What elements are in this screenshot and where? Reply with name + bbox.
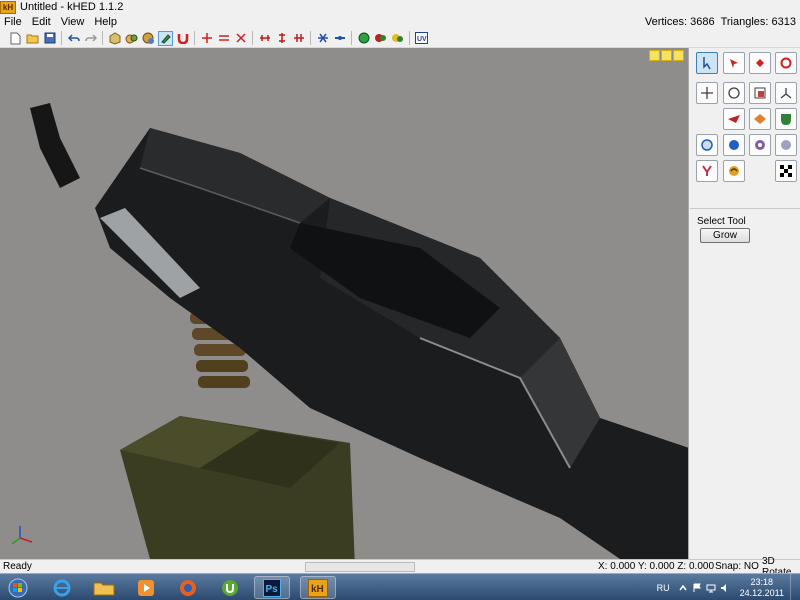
media-player-icon[interactable] — [128, 576, 164, 599]
photoshop-label: Ps — [266, 584, 279, 595]
triangles-count: Triangles: 6313 — [720, 15, 796, 28]
clock-time: 23:18 — [750, 576, 774, 587]
blue-sphere-outline-icon[interactable] — [696, 134, 718, 156]
show-desktop-button[interactable] — [790, 574, 800, 600]
firefox-icon[interactable] — [170, 576, 206, 599]
rotate-icon[interactable] — [723, 82, 745, 104]
khed-label: kH — [311, 584, 324, 595]
uv-editor-icon[interactable]: UV — [414, 31, 429, 46]
soft-sphere-icon[interactable] — [775, 134, 797, 156]
tool-panel: Select Tool Grow — [690, 48, 800, 559]
flag-icon[interactable] — [692, 583, 702, 593]
volume-icon[interactable] — [720, 583, 730, 593]
system-tray: RU 23:18 24.12.2011 — [657, 574, 800, 600]
move-icon[interactable] — [696, 82, 718, 104]
select-tool-label: Select Tool — [697, 216, 746, 227]
progress-bar — [305, 562, 415, 572]
mesh-group-icon[interactable] — [124, 31, 139, 46]
svg-text:UV: UV — [417, 36, 427, 43]
clock[interactable]: 23:18 24.12.2011 — [740, 577, 784, 599]
save-icon[interactable] — [42, 31, 57, 46]
redo-icon[interactable] — [83, 31, 98, 46]
green-shield-icon[interactable] — [775, 108, 797, 130]
axis-gizmo — [11, 526, 33, 545]
title-bar: kH Untitled - kHED 1.1.2 — [0, 0, 800, 14]
main-toolbar: UV — [0, 29, 800, 48]
toolbar-separator — [351, 31, 352, 45]
purple-sphere-icon[interactable] — [749, 134, 771, 156]
utorrent-icon[interactable] — [212, 576, 248, 599]
open-folder-icon[interactable] — [25, 31, 40, 46]
mirror-z-icon[interactable] — [233, 31, 248, 46]
select-lasso-icon[interactable] — [775, 52, 797, 74]
network-icon[interactable] — [706, 583, 716, 593]
flip-x-icon[interactable] — [257, 31, 272, 46]
panel-divider — [690, 208, 800, 209]
mesh-stats: Vertices: 3686 Triangles: 6313 — [645, 14, 796, 29]
vertices-count: Vertices: 3686 — [644, 15, 715, 28]
select-arrow-icon[interactable] — [723, 52, 745, 74]
khed-icon[interactable]: kH — [300, 576, 336, 599]
toolbar-separator — [310, 31, 311, 45]
window-title: Untitled - kHED 1.1.2 — [20, 1, 124, 13]
menu-view[interactable]: View — [56, 16, 90, 28]
checker-icon[interactable] — [775, 160, 797, 182]
status-bar: Ready X: 0.000 Y: 0.000 Z: 0.000 Snap: N… — [0, 556, 800, 578]
tray-arrow-icon[interactable] — [678, 583, 688, 593]
toolbar-separator — [194, 31, 195, 45]
view-sphere-icon[interactable] — [661, 50, 672, 61]
clock-date: 24.12.2011 — [739, 587, 784, 598]
toolbar-separator — [252, 31, 253, 45]
mirror-y-icon[interactable] — [216, 31, 231, 46]
pivot-icon[interactable] — [775, 82, 797, 104]
paint-tool-icon[interactable] — [158, 30, 173, 46]
view-axis-icon[interactable] — [649, 50, 660, 61]
internet-explorer-icon[interactable] — [44, 576, 80, 599]
mirror-x-icon[interactable] — [199, 31, 214, 46]
red-blob-icon[interactable] — [373, 31, 388, 46]
menu-help[interactable]: Help — [89, 16, 122, 28]
cursor-coordinates: X: 0.000 Y: 0.000 Z: 0.000 — [598, 561, 715, 572]
tray-icons — [678, 583, 730, 593]
taskbar: Ps kH RU 23:18 24.12.2011 — [0, 573, 800, 600]
app-logo-icon[interactable]: kH — [0, 0, 16, 14]
viewport-view-buttons — [649, 50, 684, 61]
new-file-icon[interactable] — [8, 31, 23, 46]
toolbar-separator — [409, 31, 410, 45]
smooth-icon[interactable] — [723, 160, 745, 182]
flip-z-icon[interactable] — [291, 31, 306, 46]
file-explorer-icon[interactable] — [86, 576, 122, 599]
scale-icon[interactable] — [749, 82, 771, 104]
blue-sphere-icon[interactable] — [723, 134, 745, 156]
mesh-cube-icon[interactable] — [107, 31, 122, 46]
menu-bar: File Edit View Help Vertices: 3686 Trian… — [0, 14, 800, 29]
language-indicator[interactable]: RU — [657, 583, 670, 593]
flip-y-icon[interactable] — [274, 31, 289, 46]
green-blob-icon[interactable] — [356, 31, 371, 46]
toolbar-separator — [102, 31, 103, 45]
menu-file[interactable]: File — [0, 16, 27, 28]
3d-viewport[interactable] — [0, 48, 689, 559]
orange-face-icon[interactable] — [749, 108, 771, 130]
magnet-icon[interactable] — [175, 31, 190, 46]
split-icon[interactable] — [332, 31, 347, 46]
photoshop-icon[interactable]: Ps — [254, 576, 290, 599]
windows-start-icon[interactable] — [0, 574, 36, 600]
view-grid-icon[interactable] — [673, 50, 684, 61]
viewport-scene[interactable] — [0, 48, 689, 559]
undo-icon[interactable] — [66, 31, 81, 46]
snap-status: Snap: NO — [715, 561, 759, 572]
red-triangle-icon[interactable] — [723, 108, 745, 130]
yellow-blob-icon[interactable] — [390, 31, 405, 46]
weld-icon[interactable] — [315, 31, 330, 46]
mesh-export-icon[interactable] — [141, 31, 156, 46]
menu-edit[interactable]: Edit — [27, 16, 56, 28]
pinch-icon[interactable] — [696, 160, 718, 182]
select-paint-icon[interactable] — [749, 52, 771, 74]
grow-button[interactable]: Grow — [700, 228, 750, 243]
toolbar-separator — [61, 31, 62, 45]
select-pointer-icon[interactable] — [696, 52, 718, 74]
status-ready: Ready — [3, 561, 32, 572]
